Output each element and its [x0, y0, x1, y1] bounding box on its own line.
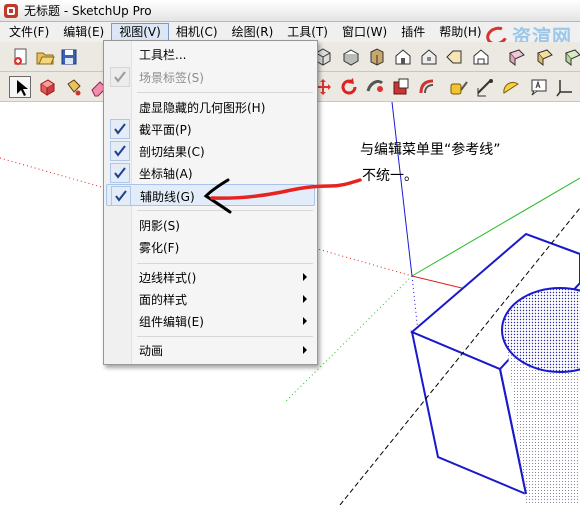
menu-item-fog[interactable]: 雾化(F) [106, 236, 315, 258]
menu-item-animation[interactable]: 动画 [106, 339, 315, 361]
menu-draw[interactable]: 绘图(R) [225, 23, 281, 41]
blue-axis-solid [391, 102, 413, 277]
sketchup-app-icon [4, 3, 18, 18]
wireframe-icon[interactable] [534, 46, 556, 68]
follow-me-icon[interactable] [364, 76, 386, 98]
menu-item-label: 面的样式 [139, 293, 188, 307]
checkmark-icon [110, 141, 130, 161]
menu-window[interactable]: 窗口(W) [335, 23, 394, 41]
menu-item-label: 阴影(S) [139, 219, 180, 233]
checkmark-icon [110, 163, 130, 183]
menu-view[interactable]: 视图(V) [111, 23, 169, 41]
menu-plugins[interactable]: 插件 [394, 23, 432, 41]
title-bar: 无标题 - SketchUp Pro [0, 0, 580, 22]
submenu-arrow-icon [303, 295, 307, 303]
menu-item-edge-style[interactable]: 边线样式() [106, 266, 315, 288]
blue-axis-dotted [411, 275, 419, 333]
annotation-line2: 不统一。 [362, 168, 418, 184]
menu-edit[interactable]: 编辑(E) [56, 23, 111, 41]
red-axis-solid [411, 275, 471, 291]
left-view-icon[interactable] [444, 46, 466, 68]
scale-icon[interactable] [390, 76, 412, 98]
menu-tools[interactable]: 工具(T) [280, 23, 335, 41]
front-view-icon[interactable] [366, 46, 388, 68]
submenu-arrow-icon [303, 273, 307, 281]
menu-item-section-cuts[interactable]: 剖切结果(C) [106, 140, 315, 162]
menu-item-label: 剖切结果(C) [139, 145, 205, 159]
hidden-line-icon[interactable] [562, 46, 580, 68]
submenu-arrow-icon [303, 317, 307, 325]
submenu-arrow-icon [303, 346, 307, 354]
annotation-line1: 与编辑菜单里“参考线” [360, 142, 501, 158]
menu-item-label: 坐标轴(A) [139, 167, 193, 181]
menu-item-label: 边线样式() [139, 271, 197, 285]
view-menu-dropdown: 工具栏... 场景标签(S) 虚显隐藏的几何图形(H) 截平面(P) 剖切结果(… [103, 40, 318, 365]
rotate-icon[interactable] [338, 76, 360, 98]
menu-item-hidden-geometry[interactable]: 虚显隐藏的几何图形(H) [106, 96, 315, 118]
menu-separator [137, 336, 313, 337]
menu-help[interactable]: 帮助(H) [432, 23, 488, 41]
checkmark-icon [110, 119, 130, 139]
menu-separator [137, 263, 313, 264]
menu-separator [137, 92, 313, 93]
menu-item-section-planes[interactable]: 截平面(P) [106, 118, 315, 140]
menu-item-label: 虚显隐藏的几何图形(H) [139, 101, 266, 115]
text-icon[interactable] [528, 76, 550, 98]
menu-separator [137, 210, 313, 211]
menu-item-component-edit[interactable]: 组件编辑(E) [106, 310, 315, 332]
paint-bucket-icon[interactable] [62, 76, 84, 98]
menu-item-shadows[interactable]: 阴影(S) [106, 214, 315, 236]
menu-item-axes[interactable]: 坐标轴(A) [106, 162, 315, 184]
menu-item-label: 组件编辑(E) [139, 315, 204, 329]
make-component-icon[interactable] [36, 76, 58, 98]
menu-item-guides[interactable]: 辅助线(G) [106, 184, 315, 206]
checkmark-icon [111, 186, 131, 206]
dimension-icon[interactable] [474, 76, 496, 98]
house-view-icon[interactable] [470, 46, 492, 68]
menu-item-face-style[interactable]: 面的样式 [106, 288, 315, 310]
menu-item-label: 截平面(P) [139, 123, 192, 137]
menu-item-scene-tabs: 场景标签(S) [106, 66, 315, 88]
save-icon[interactable] [58, 46, 80, 68]
menu-item-label: 场景标签(S) [139, 71, 204, 85]
menu-item-label: 动画 [139, 344, 164, 358]
select-arrow-icon[interactable] [9, 76, 31, 98]
menu-camera[interactable]: 相机(C) [169, 23, 225, 41]
menu-item-toolbars[interactable]: 工具栏... [106, 43, 315, 65]
menu-item-label: 工具栏... [139, 48, 187, 62]
menu-file[interactable]: 文件(F) [2, 23, 56, 41]
back-view-icon[interactable] [418, 46, 440, 68]
checkmark-icon [110, 67, 130, 87]
offset-icon[interactable] [416, 76, 438, 98]
right-view-icon[interactable] [392, 46, 414, 68]
top-view-icon[interactable] [340, 46, 362, 68]
open-folder-icon[interactable] [34, 46, 56, 68]
protractor-icon[interactable] [500, 76, 522, 98]
window-title: 无标题 - SketchUp Pro [24, 4, 152, 18]
new-file-icon[interactable] [10, 46, 32, 68]
menu-item-label: 雾化(F) [139, 241, 180, 255]
xray-icon[interactable] [506, 46, 528, 68]
axes-icon[interactable] [554, 76, 576, 98]
tape-measure-icon[interactable] [448, 76, 470, 98]
menu-item-label: 辅助线(G) [140, 190, 195, 204]
